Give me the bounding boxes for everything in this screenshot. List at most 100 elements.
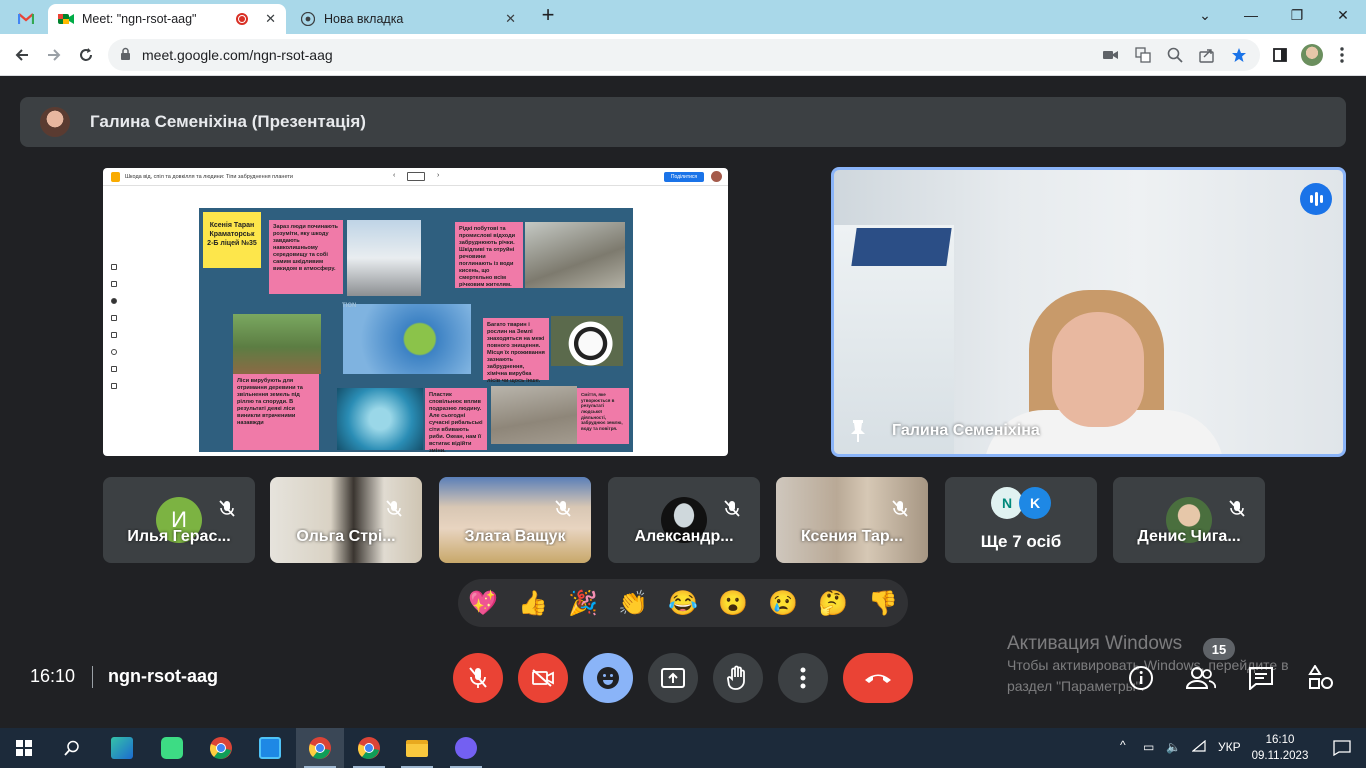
show-hidden-icons[interactable]: ^ bbox=[1120, 738, 1126, 752]
raise-hand-button[interactable] bbox=[713, 653, 763, 703]
lock-icon[interactable] bbox=[120, 47, 131, 66]
viber-icon bbox=[455, 737, 477, 759]
participant-tile[interactable]: Ольга Стрі... bbox=[270, 477, 422, 563]
reaction-party[interactable]: 🎉 bbox=[567, 587, 599, 619]
minimize-button[interactable]: — bbox=[1228, 0, 1274, 30]
camera-blocked-icon[interactable] bbox=[1102, 47, 1120, 63]
search-icon bbox=[64, 740, 79, 756]
emoji-icon bbox=[597, 667, 619, 689]
presentation-screen[interactable]: Шкода від, спіл та довкілля та людини: Т… bbox=[103, 168, 728, 456]
reactions-bar: 💖 👍 🎉 👏 😂 😮 😢 🤔 👎 bbox=[458, 579, 908, 627]
close-tab-icon[interactable]: ✕ bbox=[505, 11, 516, 27]
gmail-pinned-tab[interactable] bbox=[8, 4, 44, 34]
back-button[interactable] bbox=[8, 41, 36, 69]
participant-count-badge: 15 bbox=[1203, 638, 1235, 660]
participant-tile[interactable]: Злата Ващук bbox=[439, 477, 591, 563]
tab-new-title: Нова вкладка bbox=[324, 12, 404, 26]
taskbar-search-button[interactable] bbox=[48, 728, 96, 768]
taskbar-app[interactable] bbox=[246, 728, 294, 768]
audio-wave-icon bbox=[1300, 183, 1332, 215]
reaction-laugh[interactable]: 😂 bbox=[667, 587, 699, 619]
profile-avatar[interactable] bbox=[1298, 41, 1326, 69]
reactions-button[interactable] bbox=[583, 653, 633, 703]
battery-icon[interactable]: ▭ bbox=[1143, 740, 1154, 754]
folder-icon bbox=[406, 739, 428, 757]
taskbar-chrome-active[interactable] bbox=[296, 728, 344, 768]
mic-toggle-button[interactable] bbox=[453, 653, 503, 703]
close-window-button[interactable]: ✕ bbox=[1320, 0, 1366, 30]
more-participants-tile[interactable]: N K Ще 7 осіб bbox=[945, 477, 1097, 563]
more-options-button[interactable] bbox=[778, 653, 828, 703]
reload-button[interactable] bbox=[72, 41, 100, 69]
participant-avatar: K bbox=[1019, 487, 1051, 519]
forward-button[interactable] bbox=[40, 41, 68, 69]
reaction-surprised[interactable]: 😮 bbox=[717, 587, 749, 619]
people-button[interactable] bbox=[1186, 663, 1216, 693]
taskbar-clock[interactable]: 16:10 09.11.2023 bbox=[1250, 732, 1310, 764]
translate-icon[interactable] bbox=[1134, 47, 1152, 63]
mic-off-icon bbox=[215, 497, 239, 521]
sticky-note: Зараз люди починають розуміти, яку шкоду… bbox=[269, 220, 343, 294]
tab-meet[interactable]: Meet: "ngn-rsot-aag" ✕ bbox=[48, 4, 286, 34]
participant-tile[interactable]: Александр... bbox=[608, 477, 760, 563]
reaction-sad[interactable]: 😢 bbox=[767, 587, 799, 619]
reaction-thumbs-up[interactable]: 👍 bbox=[517, 587, 549, 619]
jamboard-logo-icon bbox=[111, 172, 120, 182]
maximize-button[interactable]: ❐ bbox=[1274, 0, 1320, 30]
windows-logo-icon bbox=[16, 740, 32, 756]
participant-tile[interactable]: И Илья Герас... bbox=[103, 477, 255, 563]
volume-icon[interactable]: 🔈 bbox=[1166, 740, 1181, 754]
activate-windows-title: Активация Windows bbox=[1007, 633, 1183, 654]
participant-name: Злата Ващук bbox=[464, 528, 566, 545]
deforestation-image bbox=[233, 314, 321, 374]
taskbar-app[interactable] bbox=[98, 728, 146, 768]
activities-icon bbox=[1308, 665, 1333, 689]
side-panel-icon[interactable] bbox=[1266, 41, 1294, 69]
pin-icon[interactable] bbox=[849, 420, 867, 442]
new-tab-button[interactable]: + bbox=[530, 0, 566, 30]
start-button[interactable] bbox=[0, 728, 48, 768]
speaker-tile[interactable]: Галина Семеніхіна bbox=[831, 167, 1346, 457]
taskbar-app[interactable] bbox=[148, 728, 196, 768]
close-tab-icon[interactable]: ✕ bbox=[265, 11, 276, 27]
taskbar-viber[interactable] bbox=[442, 728, 490, 768]
notification-icon bbox=[1333, 740, 1351, 756]
taskbar-file-explorer[interactable] bbox=[393, 728, 441, 768]
chat-button[interactable] bbox=[1246, 663, 1276, 693]
speaker-name: Галина Семеніхіна bbox=[892, 422, 1040, 439]
zoom-icon[interactable] bbox=[1166, 47, 1184, 63]
taskbar-chrome[interactable] bbox=[197, 728, 245, 768]
bookmark-star-icon[interactable] bbox=[1230, 47, 1248, 63]
end-call-button[interactable] bbox=[843, 653, 913, 703]
reaction-heart[interactable]: 💖 bbox=[467, 587, 499, 619]
sticky-note: Сміття, яке утворюється в результаті люд… bbox=[577, 388, 629, 444]
activities-button[interactable] bbox=[1306, 663, 1336, 693]
url-text: meet.google.com/ngn-rsot-aag bbox=[142, 47, 333, 63]
taskbar-chrome-profile[interactable] bbox=[345, 728, 393, 768]
participant-tile[interactable]: Ксения Тар... bbox=[776, 477, 928, 563]
presentation-share-button: Поділитися bbox=[664, 172, 704, 182]
tab-search-icon[interactable]: ⌄ bbox=[1182, 0, 1228, 30]
more-participants-label: Ще 7 осіб bbox=[980, 532, 1062, 551]
browser-menu-icon[interactable] bbox=[1328, 41, 1356, 69]
share-icon[interactable] bbox=[1198, 47, 1216, 63]
present-button[interactable] bbox=[648, 653, 698, 703]
camera-toggle-button[interactable] bbox=[518, 653, 568, 703]
language-indicator[interactable]: УКР bbox=[1218, 740, 1241, 754]
meeting-info-button[interactable] bbox=[1126, 663, 1156, 693]
reaction-thinking[interactable]: 🤔 bbox=[817, 587, 849, 619]
mic-off-icon bbox=[720, 497, 744, 521]
reaction-thumbs-down[interactable]: 👎 bbox=[867, 587, 899, 619]
participant-video bbox=[270, 477, 422, 563]
chrome-icon bbox=[210, 737, 232, 759]
reaction-clap[interactable]: 👏 bbox=[617, 587, 649, 619]
notifications-button[interactable] bbox=[1318, 728, 1366, 768]
tab-new[interactable]: Нова вкладка ✕ bbox=[290, 4, 526, 34]
mic-off-icon bbox=[1225, 497, 1249, 521]
earth-in-hands-image bbox=[343, 304, 471, 374]
more-vert-icon bbox=[800, 667, 806, 689]
address-bar[interactable]: meet.google.com/ngn-rsot-aag bbox=[108, 39, 1260, 71]
participant-tile[interactable]: Денис Чига... bbox=[1113, 477, 1265, 563]
network-icon[interactable] bbox=[1191, 739, 1206, 755]
chrome-icon bbox=[309, 737, 331, 759]
